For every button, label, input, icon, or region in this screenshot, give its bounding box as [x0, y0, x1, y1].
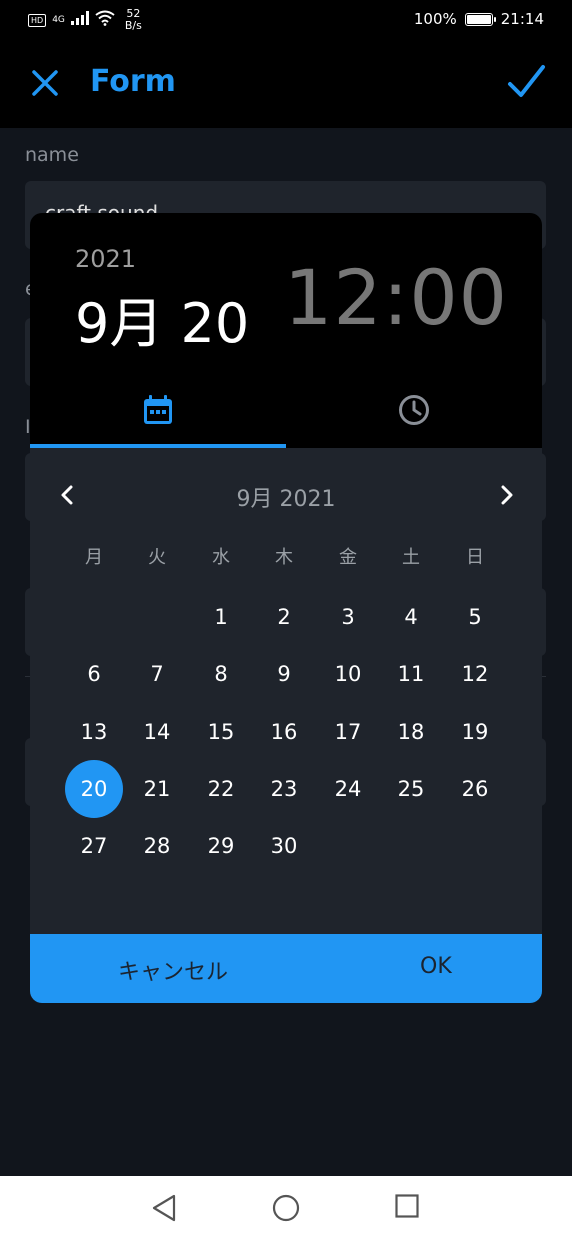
- calendar-day[interactable]: 18: [382, 703, 440, 761]
- close-icon[interactable]: [28, 66, 62, 100]
- signal-icon: [70, 11, 89, 29]
- name-label: name: [25, 144, 79, 166]
- calendar-day[interactable]: 1: [192, 588, 250, 646]
- cancel-button[interactable]: キャンセル: [118, 954, 228, 986]
- calendar-day[interactable]: 29: [192, 817, 250, 875]
- weekday-label: 火: [148, 547, 166, 568]
- calendar-day[interactable]: 4: [382, 588, 440, 646]
- app-bar: Form: [0, 40, 572, 128]
- system-nav-bar: [0, 1176, 572, 1240]
- calendar-day[interactable]: 6: [65, 645, 123, 703]
- weekday-label: 土: [402, 547, 420, 568]
- chevron-right-icon[interactable]: [494, 483, 518, 507]
- calendar-day[interactable]: 14: [128, 703, 186, 761]
- picker-time[interactable]: 12:00: [284, 253, 508, 342]
- calendar-day[interactable]: 26: [446, 760, 504, 818]
- clock-time: 21:14: [500, 10, 544, 28]
- calendar-day[interactable]: 2: [255, 588, 313, 646]
- calendar-day[interactable]: 3: [319, 588, 377, 646]
- calendar-day[interactable]: 23: [255, 760, 313, 818]
- calendar-day[interactable]: 27: [65, 817, 123, 875]
- calendar-day[interactable]: 22: [192, 760, 250, 818]
- calendar-day[interactable]: 30: [255, 817, 313, 875]
- calendar-day[interactable]: 24: [319, 760, 377, 818]
- check-icon[interactable]: [506, 62, 546, 102]
- calendar-day[interactable]: 15: [192, 703, 250, 761]
- weekday-label: 水: [212, 547, 230, 568]
- picker-year[interactable]: 2021: [75, 245, 136, 273]
- calendar-icon[interactable]: [141, 393, 175, 427]
- weekday-label: 月: [85, 547, 103, 568]
- status-left: HD 4G 52 B/s: [28, 8, 142, 32]
- network-type: 4G: [52, 14, 65, 25]
- status-bar: HD 4G 52 B/s 100% 21:14: [0, 0, 572, 40]
- weekday-label: 日: [466, 547, 484, 568]
- calendar-day[interactable]: 8: [192, 645, 250, 703]
- calendar-day[interactable]: 11: [382, 645, 440, 703]
- month-label: 9月 2021: [236, 487, 336, 512]
- calendar-day[interactable]: 16: [255, 703, 313, 761]
- home-icon[interactable]: [272, 1194, 300, 1222]
- calendar-day[interactable]: 7: [128, 645, 186, 703]
- status-right: 100% 21:14: [414, 10, 544, 28]
- calendar-day[interactable]: 17: [319, 703, 377, 761]
- tab-indicator: [30, 444, 286, 448]
- clock-icon[interactable]: [397, 393, 431, 427]
- chevron-left-icon[interactable]: [56, 483, 80, 507]
- date-time-picker-dialog: 2021 9月 20 12:00 9月 2021 月火水木金土日 1234567…: [30, 213, 542, 1003]
- speed-unit: B/s: [124, 19, 142, 32]
- calendar-day[interactable]: 5: [446, 588, 504, 646]
- network-speed: 52 B/s: [125, 8, 142, 32]
- battery-icon: [464, 12, 496, 26]
- calendar-day[interactable]: 25: [382, 760, 440, 818]
- calendar-day-selected[interactable]: 20: [65, 760, 123, 818]
- calendar-day[interactable]: 28: [128, 817, 186, 875]
- page-title: Form: [90, 64, 176, 99]
- calendar-day[interactable]: 21: [128, 760, 186, 818]
- month-navigation: 9月 2021: [30, 473, 542, 515]
- calendar-day[interactable]: 10: [319, 645, 377, 703]
- picker-selected-date[interactable]: 9月 20: [75, 279, 249, 358]
- recents-icon[interactable]: [395, 1194, 419, 1218]
- calendar-day[interactable]: 13: [65, 703, 123, 761]
- weekday-label: 金: [339, 547, 357, 568]
- wifi-icon: [95, 10, 115, 30]
- picker-header: 2021 9月 20 12:00: [30, 213, 542, 448]
- back-icon[interactable]: [151, 1194, 177, 1222]
- calendar-day[interactable]: 12: [446, 645, 504, 703]
- weekday-label: 木: [275, 547, 293, 568]
- hd-indicator: HD: [28, 13, 47, 27]
- calendar-day[interactable]: 9: [255, 645, 313, 703]
- dialog-actions: キャンセル OK: [30, 934, 542, 1003]
- calendar-day[interactable]: 19: [446, 703, 504, 761]
- battery-percent: 100%: [413, 10, 457, 28]
- ok-button[interactable]: OK: [420, 954, 452, 979]
